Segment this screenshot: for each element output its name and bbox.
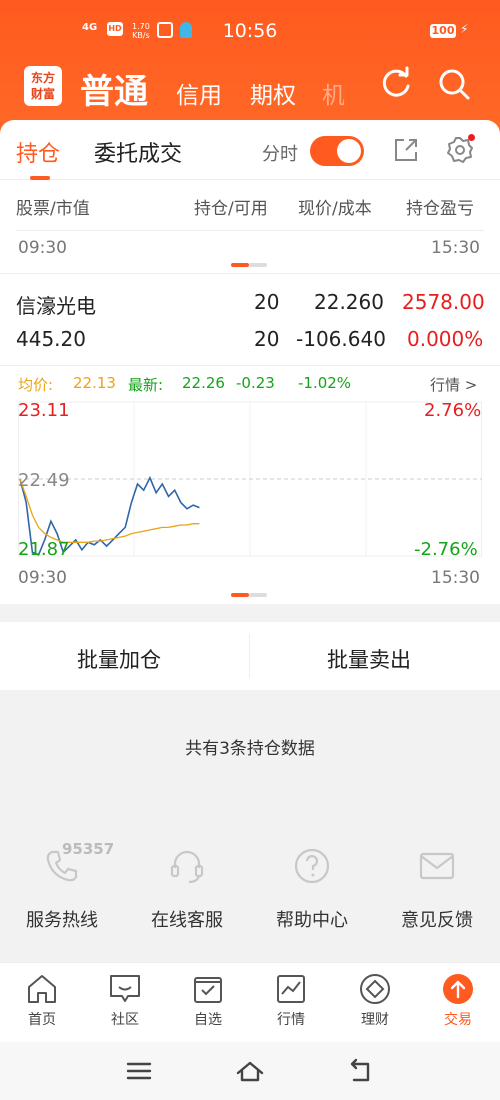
nav-trade[interactable]: 交易: [428, 973, 488, 1029]
clock: 10:56: [222, 20, 278, 42]
service-hotline[interactable]: 服务热线: [12, 846, 112, 936]
nav-watchlist-label: 自选: [194, 1012, 222, 1028]
batch-add-button[interactable]: 批量加仓: [77, 644, 161, 674]
nav-wealth-label: 理财: [361, 1012, 389, 1028]
notification-dot: [468, 134, 475, 141]
chart-low-pct: -2.76%: [414, 539, 478, 560]
header-position: 持仓/可用: [194, 199, 268, 219]
header-price: 现价/成本: [298, 199, 372, 219]
time-start: 09:30: [18, 238, 67, 258]
service-hotline-label: 服务热线: [26, 910, 98, 931]
position-qty: 20: [254, 290, 280, 314]
batch-actions: 批量加仓 批量卖出: [0, 622, 500, 690]
logo-text-bottom: 财富: [30, 87, 55, 101]
checkbox-icon: [194, 977, 222, 1003]
batch-sell-button[interactable]: 批量卖出: [327, 644, 411, 674]
divider: [16, 230, 484, 231]
home-button-icon[interactable]: [235, 1056, 265, 1086]
tab-normal[interactable]: 普通: [80, 64, 148, 113]
tab-credit[interactable]: 信用: [176, 76, 222, 110]
nav-wealth[interactable]: 理财: [345, 973, 405, 1029]
tab-more[interactable]: 机: [322, 76, 344, 110]
sub-tabs: 持仓 委托成交 分时: [0, 120, 500, 180]
position-count: 共有3条持仓数据: [185, 739, 315, 759]
chat-icon: [110, 975, 140, 1002]
pnl-value: 2578.00: [402, 290, 485, 314]
intraday-chart[interactable]: [18, 396, 482, 562]
available-qty: 20: [254, 327, 280, 351]
header-stock: 股票/市值: [16, 199, 90, 219]
tab-positions[interactable]: 持仓: [16, 136, 60, 168]
current-price: 22.260: [314, 290, 384, 314]
toggle-knob: [337, 139, 361, 163]
home-icon: [28, 975, 56, 1003]
divider: [0, 365, 500, 366]
logo-text-top: 东方: [30, 71, 55, 85]
chart-time-start: 09:30: [18, 568, 67, 588]
service-online-label: 在线客服: [151, 910, 223, 931]
diamond-icon: [360, 974, 390, 1004]
back-icon[interactable]: [346, 1056, 376, 1086]
fenshi-label: 分时: [262, 144, 298, 165]
share-icon[interactable]: [392, 136, 420, 164]
menu-icon[interactable]: [124, 1056, 154, 1086]
nav-watchlist[interactable]: 自选: [178, 973, 238, 1029]
battery-icon: 100: [430, 24, 456, 38]
nav-trade-label: 交易: [444, 1012, 472, 1028]
pager-indicator: [231, 263, 267, 267]
avg-label: 均价:: [18, 376, 54, 394]
chart-time-end: 15:30: [431, 568, 480, 588]
service-help-label: 帮助中心: [276, 910, 348, 931]
nav-market[interactable]: 行情: [261, 973, 321, 1029]
pnl-percent: 0.000%: [407, 327, 484, 351]
status-bar: 4G HD 1.70 KB/s 10:56 100 ⚡: [0, 0, 500, 62]
mail-icon: [419, 852, 455, 880]
service-help[interactable]: 帮助中心: [262, 846, 362, 936]
active-tab-indicator: [30, 176, 50, 180]
charging-icon: ⚡: [460, 22, 469, 36]
nav-home[interactable]: 首页: [12, 973, 72, 1029]
chart-high-label: 23.11: [18, 400, 70, 421]
chart-grid: [18, 401, 482, 557]
chart-pager-indicator: [231, 593, 267, 597]
service-feedback[interactable]: 意见反馈: [387, 846, 487, 936]
nav-community[interactable]: 社区: [95, 973, 155, 1029]
chart-low-label: 21.87: [18, 539, 70, 560]
headset-icon: [170, 850, 204, 884]
app-logo[interactable]: 东方 财富: [24, 66, 62, 106]
position-card: 持仓 委托成交 分时 股票/市值 持仓/可用 现价/成本 持仓盈亏 09:30 …: [0, 120, 500, 604]
divider: [249, 634, 250, 678]
header-pnl: 持仓盈亏: [406, 199, 474, 219]
nav-community-label: 社区: [111, 1012, 139, 1028]
tab-options[interactable]: 期权: [250, 76, 296, 110]
system-nav-bar: [0, 1042, 500, 1100]
chart-mid-label: 22.49: [18, 470, 70, 491]
chart-icon: [277, 975, 305, 1003]
help-icon: [294, 848, 330, 884]
divider: [0, 273, 500, 274]
latest-label: 最新:: [128, 376, 164, 394]
trade-icon: [443, 974, 473, 1004]
avg-value: 22.13: [73, 374, 116, 392]
market-value: 445.20: [16, 327, 86, 351]
phone-icon: [46, 850, 78, 882]
service-feedback-label: 意见反馈: [401, 910, 473, 931]
service-online[interactable]: 在线客服: [137, 846, 237, 936]
tab-entrust[interactable]: 委托成交: [94, 136, 182, 168]
refresh-icon[interactable]: [378, 66, 414, 102]
time-end: 15:30: [431, 238, 480, 258]
change-percent: -1.02%: [298, 374, 352, 392]
nav-market-label: 行情: [277, 1012, 305, 1028]
nav-home-label: 首页: [28, 1012, 56, 1028]
market-link[interactable]: 行情 >: [430, 374, 477, 395]
stock-name: 信濠光电: [16, 294, 96, 318]
fenshi-toggle[interactable]: [310, 136, 364, 166]
latest-value: 22.26: [182, 374, 225, 392]
cost-price: -106.640: [296, 327, 386, 351]
change-value: -0.23: [236, 374, 275, 392]
chart-high-pct: 2.76%: [424, 400, 482, 421]
search-icon[interactable]: [436, 66, 472, 102]
bottom-nav: 首页 社区 自选 行情 理财 交易: [0, 962, 500, 1042]
